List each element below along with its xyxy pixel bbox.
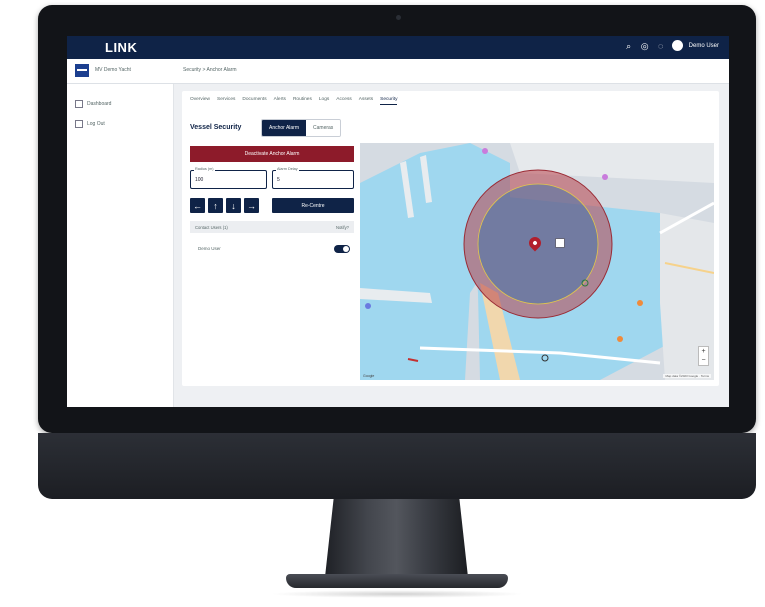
zoom-in-button[interactable]: + <box>699 347 708 356</box>
sidebar-item-logout[interactable]: Log Out <box>75 120 105 128</box>
poi-marker[interactable] <box>602 174 608 180</box>
app-screen: LINK ⌕ ◎ ◌ Demo User MV Demo Yacht Secur… <box>67 36 729 407</box>
alarm-delay-field[interactable]: Alarm Delay 5 <box>272 167 354 189</box>
stand-shadow <box>270 590 524 598</box>
sidebar-item-label: Dashboard <box>87 101 112 107</box>
poi-marker[interactable] <box>365 303 371 309</box>
sidebar-item-dashboard[interactable]: Dashboard <box>75 100 111 108</box>
zoom-out-button[interactable]: − <box>699 356 708 365</box>
monitor-chin <box>38 433 756 499</box>
tab-overview[interactable]: Overview <box>190 97 210 105</box>
alarm-delay-value[interactable]: 5 <box>277 177 280 183</box>
move-up-button[interactable]: ↑ <box>208 198 223 213</box>
map-canvas <box>360 143 714 380</box>
vessel-name[interactable]: MV Demo Yacht <box>95 67 131 73</box>
contacts-table-header: Contact Users (1) Notify? <box>190 221 354 233</box>
anchor-alarm-tab[interactable]: Anchor Alarm <box>262 120 307 136</box>
tab-alerts[interactable]: Alerts <box>274 97 286 105</box>
google-logo: Google <box>363 374 375 378</box>
zoom-controls: + − <box>698 346 709 366</box>
monitor-stand-neck <box>325 499 468 577</box>
move-right-button[interactable]: → <box>244 198 259 213</box>
tab-access[interactable]: Access <box>336 97 351 105</box>
avatar[interactable] <box>671 40 683 51</box>
cameras-tab[interactable]: Cameras <box>306 120 341 136</box>
vessel-bar: MV Demo Yacht Security > Anchor Alarm <box>67 59 729 84</box>
anchor-map[interactable]: + − Google Map data ©2023 Google · Terms <box>360 143 714 380</box>
table-row: Demo User <box>190 243 354 255</box>
tab-routines[interactable]: Routines <box>293 97 312 105</box>
page-title: Vessel Security <box>190 124 242 131</box>
move-down-button[interactable]: ↓ <box>226 198 241 213</box>
tab-assets[interactable]: Assets <box>359 97 373 105</box>
main-content: Overview Services Documents Alerts Routi… <box>182 91 719 386</box>
grid-icon <box>75 100 83 108</box>
map-attribution[interactable]: Map data ©2023 Google · Terms <box>663 374 711 378</box>
brand-logo[interactable]: LINK <box>105 40 137 55</box>
notify-column-header: Notify? <box>335 225 349 230</box>
poi-marker[interactable] <box>482 148 488 154</box>
sidebar-item-label: Log Out <box>87 121 105 127</box>
top-navbar: LINK ⌕ ◎ ◌ Demo User <box>67 36 729 59</box>
radius-value[interactable]: 100 <box>195 177 203 183</box>
vessel-logo <box>75 64 89 77</box>
bell-icon[interactable]: ◌ <box>656 41 666 51</box>
help-icon[interactable]: ◎ <box>640 41 650 51</box>
tab-logs[interactable]: Logs <box>319 97 329 105</box>
move-left-button[interactable]: ← <box>190 198 205 213</box>
breadcrumb: Security > Anchor Alarm <box>183 67 237 73</box>
poi-marker[interactable] <box>637 300 643 306</box>
boat-icon[interactable] <box>555 238 565 248</box>
tab-security[interactable]: Security <box>380 97 398 105</box>
contacts-column-header: Contact Users (1) <box>195 225 228 230</box>
contact-name: Demo User <box>198 246 221 251</box>
user-name[interactable]: Demo User <box>689 43 719 49</box>
security-mode-toggle: Anchor Alarm Cameras <box>261 119 342 137</box>
camera-dot <box>396 15 401 20</box>
logout-icon <box>75 120 83 128</box>
tab-bar: Overview Services Documents Alerts Routi… <box>190 97 398 105</box>
alarm-delay-label: Alarm Delay <box>276 167 299 171</box>
monitor-stand-base <box>286 574 508 588</box>
recenter-button[interactable]: Re-Centre <box>272 198 354 213</box>
radius-label: Radius (m) <box>194 167 215 171</box>
radius-field[interactable]: Radius (m) 100 <box>190 167 267 189</box>
tab-documents[interactable]: Documents <box>242 97 266 105</box>
deactivate-anchor-alarm-button[interactable]: Deactivate Anchor Alarm <box>190 146 354 162</box>
notify-toggle[interactable] <box>334 245 350 253</box>
sidebar: Dashboard Log Out <box>67 84 174 407</box>
topbar-actions: ⌕ ◎ ◌ Demo User <box>624 40 719 51</box>
tab-services[interactable]: Services <box>217 97 235 105</box>
poi-marker[interactable] <box>617 336 623 342</box>
search-icon[interactable]: ⌕ <box>624 41 634 51</box>
